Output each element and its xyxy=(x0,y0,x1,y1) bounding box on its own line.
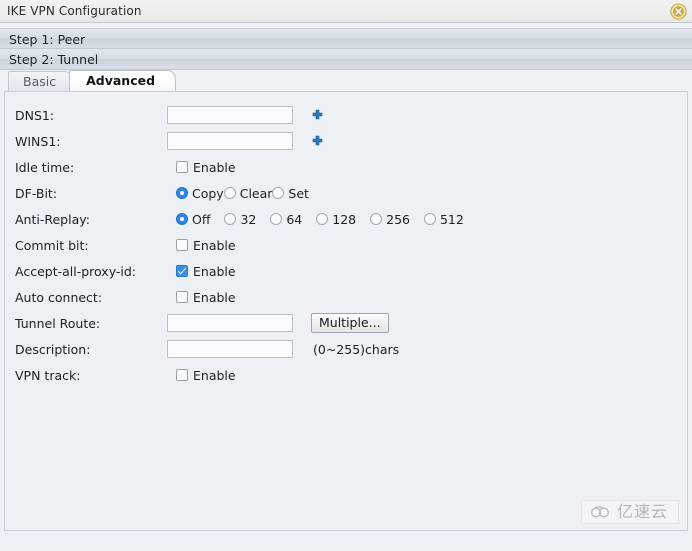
multiple-button[interactable]: Multiple... xyxy=(311,313,389,333)
step-row[interactable]: Step 2: Tunnel xyxy=(0,49,692,70)
auto-connect-checkbox[interactable]: Enable xyxy=(176,290,236,305)
wins1-label: WINS1: xyxy=(15,133,61,149)
radio-label: 64 xyxy=(286,211,303,227)
advanced-form: DNS1: WINS1: Idle time: Enable DF-Bit: C… xyxy=(5,102,687,388)
radio-dot xyxy=(270,213,283,225)
watermark-text: 亿速云 xyxy=(616,502,668,521)
dns1-label: DNS1: xyxy=(15,107,55,123)
row-tunnel-route: Tunnel Route: Multiple... xyxy=(15,310,687,336)
anti-replay-option-128[interactable]: 128 xyxy=(316,212,356,227)
close-icon[interactable] xyxy=(670,3,687,20)
checkbox-label: Enable xyxy=(193,367,236,383)
row-dns1: DNS1: xyxy=(15,102,687,128)
checkbox-label: Enable xyxy=(193,237,236,253)
radio-label: 512 xyxy=(439,211,464,227)
anti-replay-option-512[interactable]: 512 xyxy=(423,211,464,227)
df-bit-option-clear[interactable]: Clear xyxy=(223,185,273,201)
step-row[interactable]: Step 1: Peer xyxy=(0,28,692,49)
commit-bit-checkbox[interactable]: Enable xyxy=(176,238,236,253)
checkbox-label: Enable xyxy=(193,289,236,305)
radio-label: Copy xyxy=(192,185,224,201)
dns1-add-icon[interactable] xyxy=(311,109,324,122)
description-label: Description: xyxy=(15,341,91,357)
radio-label: 256 xyxy=(386,211,410,227)
radio-dot xyxy=(272,187,285,199)
radio-label: 128 xyxy=(332,211,357,227)
checkbox-box xyxy=(176,369,188,381)
description-hint: (0~255)chars xyxy=(313,341,400,357)
commit-bit-label: Commit bit: xyxy=(15,237,89,253)
row-wins1: WINS1: xyxy=(15,128,687,154)
tab-basic[interactable]: Basic xyxy=(8,71,74,91)
radio-label: 32 xyxy=(240,211,257,227)
anti-replay-radio-group: Off 32 64 128 256 512 xyxy=(167,212,687,227)
wins1-add-icon[interactable] xyxy=(311,135,324,148)
anti-replay-option-off[interactable]: Off xyxy=(176,212,210,227)
accept-all-proxy-id-checkbox[interactable]: Enable xyxy=(176,264,236,279)
dns1-input[interactable] xyxy=(167,106,293,124)
df-bit-option-set[interactable]: Set xyxy=(272,186,309,201)
checkbox-box xyxy=(176,291,188,303)
accept-all-proxy-id-label: Accept-all-proxy-id: xyxy=(15,263,136,279)
radio-dot xyxy=(176,213,188,225)
idle-time-checkbox[interactable]: Enable xyxy=(176,160,236,175)
checkbox-box xyxy=(176,161,188,173)
ike-vpn-configuration-window: IKE VPN Configuration Step 1: Peer Step … xyxy=(0,0,692,551)
anti-replay-option-64[interactable]: 64 xyxy=(270,212,302,227)
row-commit-bit: Commit bit: Enable xyxy=(15,232,687,258)
checkbox-label: Enable xyxy=(193,263,236,279)
radio-dot xyxy=(423,213,436,225)
checkbox-label: Enable xyxy=(193,159,236,175)
advanced-tab-panel: DNS1: WINS1: Idle time: Enable DF-Bit: C… xyxy=(4,91,688,531)
row-auto-connect: Auto connect: Enable xyxy=(15,284,687,310)
vpn-track-label: VPN track: xyxy=(15,367,81,383)
cloud-icon xyxy=(590,505,612,519)
row-df-bit: DF-Bit: Copy Clear Set xyxy=(15,180,687,206)
steps-list: Step 1: Peer Step 2: Tunnel xyxy=(0,23,692,70)
df-bit-label: DF-Bit: xyxy=(15,185,58,201)
watermark: 亿速云 xyxy=(580,500,679,524)
radio-label: Set xyxy=(288,185,309,201)
window-title: IKE VPN Configuration xyxy=(7,4,142,18)
tab-strip: Basic Advanced xyxy=(0,70,692,91)
anti-replay-label: Anti-Replay: xyxy=(15,211,90,227)
row-description: Description: (0~255)chars xyxy=(15,336,687,362)
row-anti-replay: Anti-Replay: Off 32 64 128 256 512 xyxy=(15,206,687,232)
tunnel-route-label: Tunnel Route: xyxy=(15,315,101,331)
df-bit-option-copy[interactable]: Copy xyxy=(176,186,224,201)
radio-label: Clear xyxy=(239,185,273,201)
window-titlebar: IKE VPN Configuration xyxy=(0,0,692,23)
vpn-track-checkbox[interactable]: Enable xyxy=(176,368,236,383)
radio-dot xyxy=(223,187,236,199)
anti-replay-option-32[interactable]: 32 xyxy=(224,212,256,227)
description-input[interactable] xyxy=(167,340,293,358)
anti-replay-option-256[interactable]: 256 xyxy=(370,212,410,227)
checkbox-box xyxy=(176,265,188,277)
tab-advanced[interactable]: Advanced xyxy=(69,70,177,91)
tunnel-route-input[interactable] xyxy=(167,314,293,332)
radio-dot xyxy=(224,213,237,225)
radio-dot xyxy=(316,213,329,225)
radio-label: Off xyxy=(192,211,211,227)
radio-dot xyxy=(176,187,188,199)
row-idle-time: Idle time: Enable xyxy=(15,154,687,180)
df-bit-radio-group: Copy Clear Set xyxy=(167,186,687,201)
checkbox-box xyxy=(176,239,188,251)
idle-time-label: Idle time: xyxy=(15,159,75,175)
radio-dot xyxy=(370,213,383,225)
row-vpn-track: VPN track: Enable xyxy=(15,362,687,388)
row-accept-all-proxy-id: Accept-all-proxy-id: Enable xyxy=(15,258,687,284)
auto-connect-label: Auto connect: xyxy=(15,289,103,305)
wins1-input[interactable] xyxy=(167,132,293,150)
